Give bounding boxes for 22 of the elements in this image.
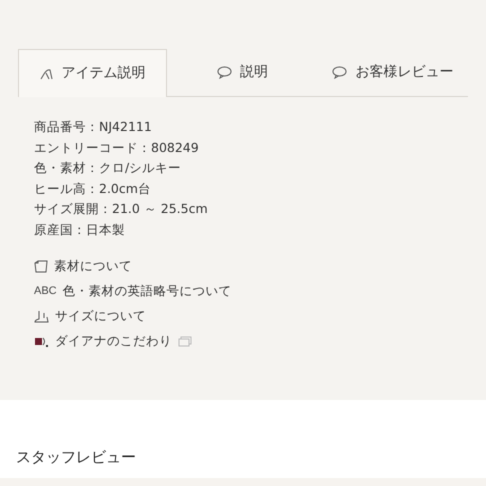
brand-icon: [34, 335, 49, 348]
foot-icon: [34, 310, 49, 323]
tab[interactable]: お客様レビュー: [318, 49, 468, 97]
info-link[interactable]: サイズについて: [55, 307, 146, 326]
info-link[interactable]: 素材について: [54, 257, 132, 276]
speech-bubble-icon: [332, 66, 348, 79]
book-icon: [34, 260, 48, 273]
external-window-icon: [178, 336, 192, 347]
spec-line: サイズ展開：21.0 ～ 25.5cm: [34, 201, 209, 218]
spec-line: 原産国：日本製: [34, 222, 126, 238]
tab[interactable]: 説明: [167, 49, 318, 97]
spec-line: 色・素材：クロ/シルキー: [34, 160, 182, 176]
info-link[interactable]: ダイアナのこだわり: [55, 332, 172, 351]
info-link[interactable]: 色・素材の英語略号について: [62, 282, 232, 301]
tab[interactable]: アイテム説明: [18, 49, 167, 97]
speech-bubble-icon: [216, 66, 232, 79]
section-title: スタッフレビュー: [16, 446, 136, 468]
abc-icon: ABC: [34, 285, 57, 298]
high-heel-icon: [40, 68, 54, 80]
spec-line: ヒール高：2.0cm台: [34, 180, 152, 197]
spec-line: エントリーコード：808249: [34, 140, 200, 156]
spec-line: 商品番号：NJ42111: [34, 119, 153, 136]
